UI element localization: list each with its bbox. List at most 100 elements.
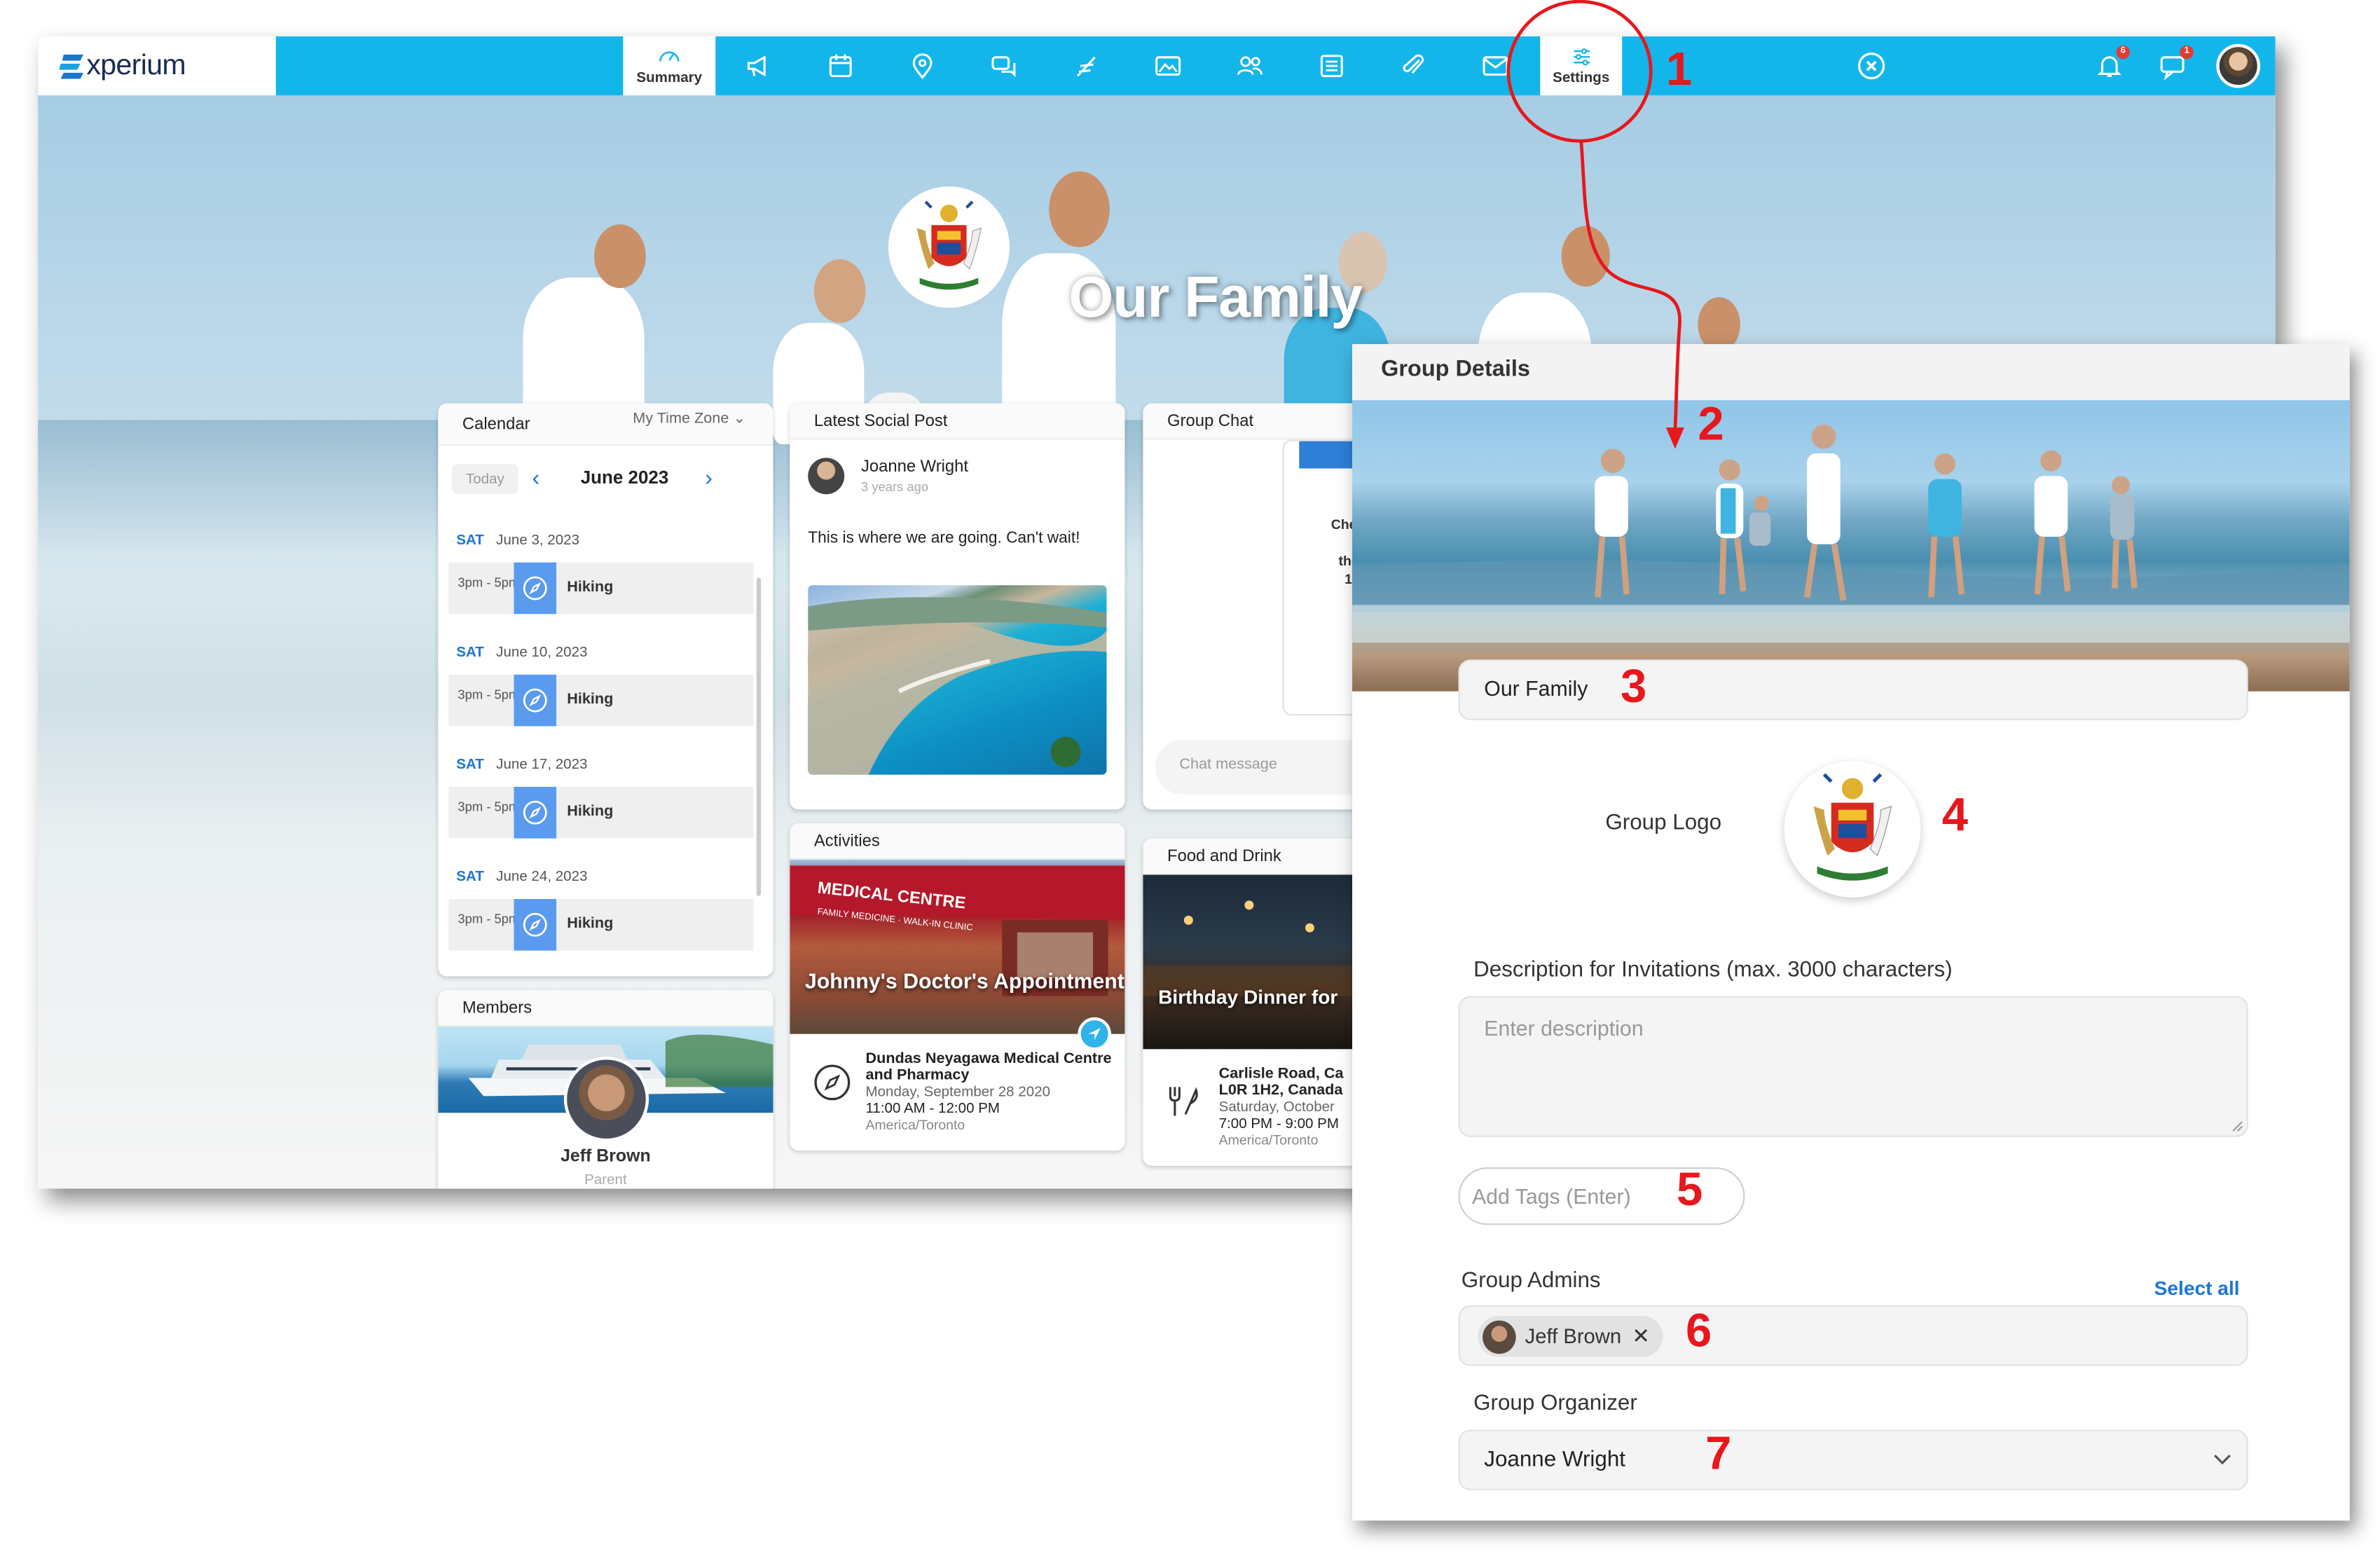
description-label: Description for Invitations (max. 3000 c… bbox=[1473, 958, 1953, 983]
hero-group-title: Our Family bbox=[1068, 266, 1363, 331]
people-icon bbox=[1237, 56, 1262, 75]
chevron-down-icon bbox=[2214, 1455, 2231, 1465]
nav-files[interactable] bbox=[1380, 36, 1446, 95]
chat-title: Group Chat bbox=[1167, 411, 1254, 430]
day-label: SAT June 3, 2023 bbox=[456, 532, 580, 549]
calendar-event[interactable]: 3pm - 5pm Hiking bbox=[448, 674, 754, 727]
compass-icon bbox=[514, 674, 557, 727]
top-nav-bar: xperium Summary Settings 6 1 bbox=[38, 36, 2276, 96]
calendar-event[interactable]: 3pm - 5pm Hiking bbox=[448, 562, 754, 614]
group-organizer-label: Group Organizer bbox=[1473, 1392, 1637, 1416]
nav-calendar[interactable] bbox=[806, 36, 873, 95]
nav-messages[interactable]: 1 bbox=[2139, 36, 2206, 95]
nav-lists[interactable] bbox=[1298, 36, 1364, 95]
post-photo[interactable] bbox=[808, 585, 1107, 775]
day-label: SAT June 10, 2023 bbox=[456, 644, 588, 661]
nav-summary-label: Summary bbox=[636, 69, 703, 87]
nav-posts[interactable] bbox=[1052, 36, 1119, 95]
chat-message-input[interactable]: Chat message bbox=[1155, 739, 1383, 795]
activity-timezone: America/Toronto bbox=[865, 1117, 965, 1133]
group-details-panel: Group Details Our Family Group Logo Desc… bbox=[1352, 344, 2350, 1521]
calendar-event[interactable]: 3pm - 5pm Hiking bbox=[448, 899, 754, 951]
group-admins-label: Group Admins bbox=[1461, 1269, 1601, 1293]
compass-icon bbox=[514, 899, 557, 951]
notification-badge: 6 bbox=[2116, 45, 2130, 60]
group-logo-label: Group Logo bbox=[1605, 811, 1722, 836]
food-tile-title: Birthday Dinner for bbox=[1158, 985, 1338, 1008]
nav-settings-label: Settings bbox=[1553, 69, 1610, 87]
chat-icon bbox=[991, 56, 1015, 78]
coat-of-arms-icon bbox=[916, 200, 982, 290]
group-admins-field[interactable]: Jeff Brown ✕ bbox=[1458, 1305, 2248, 1366]
utensils-icon bbox=[1169, 1087, 1198, 1116]
nav-photos[interactable] bbox=[1134, 36, 1200, 95]
calendar-scrollbar[interactable] bbox=[756, 577, 762, 896]
prev-month-icon[interactable]: ‹ bbox=[532, 465, 539, 491]
nav-mail[interactable] bbox=[1461, 36, 1528, 95]
admin-chip[interactable]: Jeff Brown ✕ bbox=[1478, 1316, 1664, 1357]
nav-notifications[interactable]: 6 bbox=[2075, 36, 2142, 95]
annotation-number: 1 bbox=[1665, 42, 1693, 96]
paperclip-icon bbox=[1402, 54, 1423, 74]
event-time: 3pm - 5pm bbox=[458, 799, 520, 814]
calendar-event[interactable]: 3pm - 5pm Hiking bbox=[448, 786, 754, 839]
members-card: Members Jeff Brown Parent bbox=[438, 989, 773, 1189]
user-avatar[interactable] bbox=[2216, 43, 2261, 88]
photo-icon bbox=[1155, 56, 1181, 76]
social-post-card: Latest Social Post Joanne Wright 3 years… bbox=[790, 403, 1125, 810]
annotation-number: 3 bbox=[1620, 659, 1647, 713]
nav-close[interactable] bbox=[1837, 36, 1904, 95]
tags-placeholder: Add Tags (Enter) bbox=[1471, 1183, 1631, 1209]
annotation-number: 6 bbox=[1686, 1303, 1712, 1357]
members-title: Members bbox=[462, 998, 532, 1017]
member-avatar[interactable] bbox=[563, 1057, 649, 1142]
nav-announcements[interactable] bbox=[724, 36, 791, 95]
post-author-avatar[interactable] bbox=[808, 458, 845, 495]
calendar-icon bbox=[828, 54, 851, 78]
nav-members[interactable] bbox=[1216, 36, 1282, 95]
map-pin-icon bbox=[912, 53, 932, 79]
close-circle-icon bbox=[1857, 53, 1885, 80]
group-cover-photo[interactable] bbox=[1352, 400, 2350, 692]
family-beach-photo-icon bbox=[1352, 424, 2350, 643]
coat-of-arms-icon bbox=[1813, 773, 1892, 881]
description-textarea[interactable]: Enter description bbox=[1458, 996, 2248, 1137]
nav-summary[interactable]: Summary bbox=[623, 36, 716, 96]
timezone-label: My Time Zone bbox=[633, 411, 729, 428]
brand-name: xperium bbox=[86, 49, 186, 81]
group-logo-upload[interactable] bbox=[1784, 761, 1921, 898]
next-month-icon[interactable]: › bbox=[705, 465, 713, 491]
admin-chip-avatar bbox=[1483, 1319, 1516, 1354]
nav-chat[interactable] bbox=[970, 36, 1037, 95]
feather-icon bbox=[1075, 56, 1095, 77]
navigate-icon[interactable] bbox=[1078, 1017, 1111, 1051]
activity-time: 11:00 AM - 12:00 PM bbox=[865, 1100, 1000, 1118]
coastline-photo-icon bbox=[808, 597, 1107, 775]
social-title: Latest Social Post bbox=[813, 411, 948, 430]
app-logo[interactable]: xperium bbox=[38, 36, 276, 96]
timezone-select[interactable]: My Time Zone ⌄ bbox=[633, 411, 745, 427]
calendar-title: Calendar bbox=[462, 414, 530, 433]
group-name-input[interactable]: Our Family bbox=[1458, 659, 2248, 720]
list-icon bbox=[1319, 55, 1342, 78]
event-time: 3pm - 5pm bbox=[458, 575, 520, 590]
nav-locations[interactable] bbox=[888, 36, 955, 95]
today-button[interactable]: Today bbox=[451, 464, 518, 495]
sliders-icon bbox=[1573, 48, 1590, 66]
day-label: SAT June 17, 2023 bbox=[456, 756, 588, 774]
resize-handle-icon[interactable] bbox=[2231, 1120, 2243, 1132]
annotation-number: 4 bbox=[1941, 788, 1969, 842]
members-header: Members bbox=[438, 989, 773, 1026]
post-author-name[interactable]: Joanne Wright bbox=[861, 458, 968, 476]
close-icon[interactable]: ✕ bbox=[1632, 1324, 1649, 1350]
activities-card: Activities MEDICAL CENTRE FAMILY MEDICIN… bbox=[790, 823, 1125, 1151]
event-time: 3pm - 5pm bbox=[458, 687, 520, 702]
activity-photo[interactable]: MEDICAL CENTRE FAMILY MEDICINE · WALK-IN… bbox=[790, 859, 1125, 1034]
event-title: Hiking bbox=[567, 803, 614, 820]
nav-settings[interactable]: Settings bbox=[1540, 36, 1623, 96]
group-organizer-select[interactable]: Joanne Wright bbox=[1458, 1429, 2248, 1490]
member-name[interactable]: Jeff Brown bbox=[438, 1148, 773, 1166]
day-label: SAT June 24, 2023 bbox=[456, 868, 588, 886]
group-organizer-value: Joanne Wright bbox=[1484, 1448, 1625, 1472]
select-all-link[interactable]: Select all bbox=[2154, 1277, 2240, 1299]
